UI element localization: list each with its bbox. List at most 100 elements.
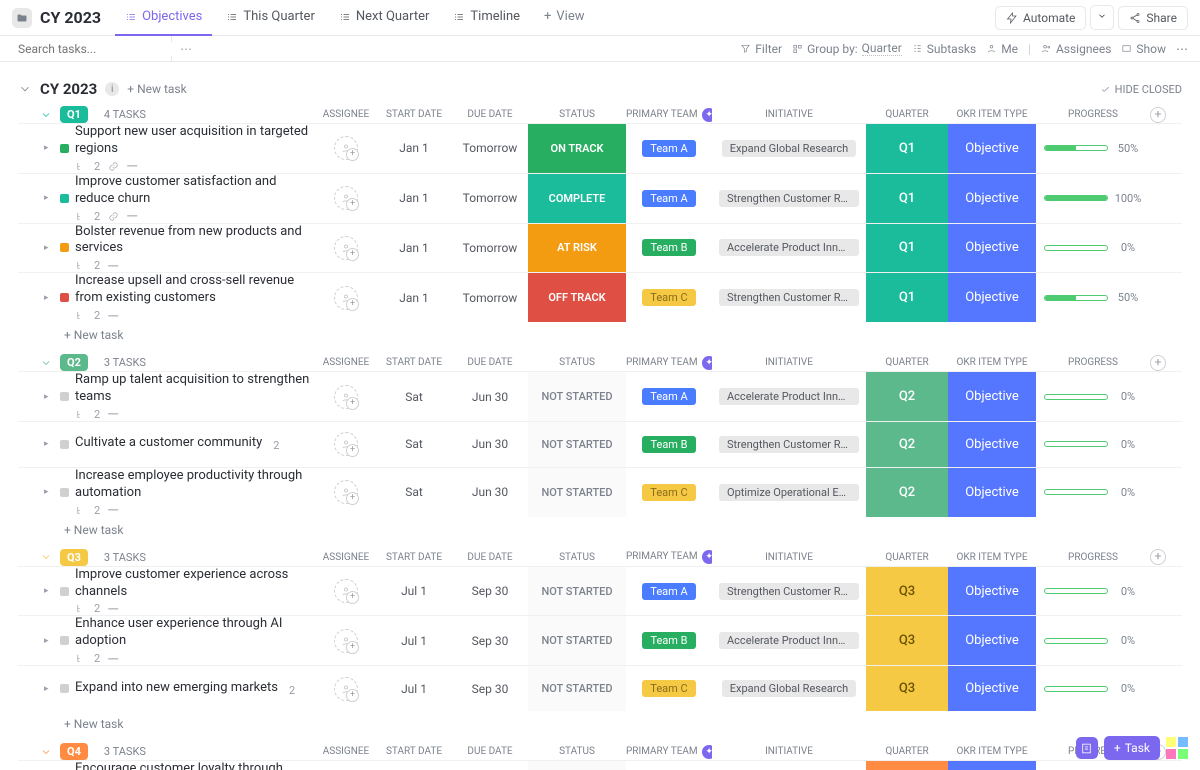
type-cell[interactable]: Objective bbox=[948, 224, 1036, 273]
col-header-status[interactable]: Status bbox=[528, 746, 626, 757]
expand-icon[interactable]: ▸ bbox=[44, 243, 49, 253]
due-date-cell[interactable]: Sep 30 bbox=[452, 666, 528, 711]
task-title[interactable]: Bolster revenue from new products and se… bbox=[75, 224, 310, 258]
task-title[interactable]: Cultivate a customer community2 bbox=[75, 435, 279, 453]
task-title[interactable]: Increase upsell and cross-sell revenue f… bbox=[75, 273, 310, 307]
chevron-down-icon[interactable] bbox=[18, 82, 32, 96]
quarter-cell[interactable]: Q1 bbox=[866, 224, 948, 273]
me-button[interactable]: Me bbox=[986, 42, 1018, 56]
col-header-team[interactable]: Primary Team ✦ bbox=[626, 745, 712, 759]
assignee-add-button[interactable] bbox=[334, 385, 358, 409]
initiative-pill[interactable]: Accelerate Product Innovation bbox=[719, 239, 859, 256]
nav-tab-this-quarter[interactable]: This Quarter bbox=[216, 0, 324, 36]
due-date-cell[interactable]: Tomorrow bbox=[452, 273, 528, 322]
quarter-cell[interactable]: Q2 bbox=[866, 422, 948, 467]
start-date-cell[interactable]: Jan 1 bbox=[376, 273, 452, 322]
col-header-progress[interactable]: Progress bbox=[1036, 552, 1150, 563]
type-cell[interactable]: Objective bbox=[948, 567, 1036, 616]
new-task-button[interactable]: + New task bbox=[18, 322, 1182, 348]
col-header-status[interactable]: Status bbox=[528, 109, 626, 120]
float-apps-button[interactable] bbox=[1166, 737, 1188, 759]
start-date-cell[interactable]: Sat bbox=[376, 372, 452, 421]
col-header-type[interactable]: OKR Item Type bbox=[948, 552, 1036, 563]
due-date-cell[interactable]: Jun 30 bbox=[452, 372, 528, 421]
progress-cell[interactable]: 0% bbox=[1036, 585, 1150, 598]
initiative-pill[interactable]: Strengthen Customer Retenti... bbox=[719, 190, 859, 207]
chevron-down-icon[interactable] bbox=[40, 746, 52, 758]
float-new-task-button[interactable]: +Task bbox=[1104, 736, 1160, 760]
assignee-add-button[interactable] bbox=[334, 480, 358, 504]
quarter-cell[interactable]: Q1 bbox=[866, 273, 948, 322]
expand-icon[interactable]: ▸ bbox=[44, 684, 49, 694]
col-header-assignee[interactable]: Assignee bbox=[316, 746, 376, 757]
progress-cell[interactable]: 50% bbox=[1036, 291, 1150, 304]
expand-icon[interactable]: ▸ bbox=[44, 193, 49, 203]
status-cell[interactable]: NOT STARTED bbox=[528, 468, 626, 517]
col-header-due[interactable]: Due Date bbox=[452, 109, 528, 120]
col-header-start[interactable]: Start Date bbox=[376, 552, 452, 563]
assignee-add-button[interactable] bbox=[334, 629, 358, 653]
start-date-cell[interactable]: Sat bbox=[376, 468, 452, 517]
add-view-button[interactable]: +View bbox=[534, 0, 595, 36]
quarter-cell[interactable]: Q2 bbox=[866, 372, 948, 421]
task-title[interactable]: Enhance user experience through AI adopt… bbox=[75, 616, 310, 650]
team-pill[interactable]: Team A bbox=[642, 388, 695, 405]
col-header-status[interactable]: Status bbox=[528, 552, 626, 563]
expand-icon[interactable]: ▸ bbox=[44, 143, 49, 153]
quarter-cell[interactable]: Q1 bbox=[866, 124, 948, 173]
status-cell[interactable]: NOT STARTED bbox=[528, 372, 626, 421]
status-dot[interactable] bbox=[60, 488, 69, 497]
col-header-status[interactable]: Status bbox=[528, 357, 626, 368]
type-cell[interactable]: Objective bbox=[948, 273, 1036, 322]
progress-cell[interactable]: 0% bbox=[1036, 486, 1150, 499]
team-pill[interactable]: Team A bbox=[642, 583, 695, 600]
start-date-cell[interactable]: Jul 1 bbox=[376, 666, 452, 711]
show-button[interactable]: Show bbox=[1121, 42, 1166, 56]
task-row[interactable]: ▸ Improve customer satisfaction and redu… bbox=[18, 173, 1182, 223]
assignee-add-button[interactable] bbox=[334, 136, 358, 160]
task-title[interactable]: Improve customer satisfaction and reduce… bbox=[75, 174, 310, 208]
assignees-button[interactable]: Assignees bbox=[1041, 42, 1111, 56]
quarter-cell[interactable]: Q3 bbox=[866, 616, 948, 665]
start-date-cell[interactable]: Jan 1 bbox=[376, 174, 452, 223]
progress-cell[interactable]: 0% bbox=[1036, 241, 1150, 254]
status-cell[interactable]: NOT STARTED bbox=[528, 422, 626, 467]
filter-button[interactable]: Filter bbox=[740, 42, 782, 56]
task-title[interactable]: Encourage customer loyalty through rewar… bbox=[75, 761, 310, 770]
due-date-cell[interactable]: Tomorrow bbox=[452, 224, 528, 273]
task-title[interactable]: Improve customer experience across chann… bbox=[75, 567, 310, 601]
float-notes-button[interactable] bbox=[1076, 737, 1098, 759]
group-badge[interactable]: Q3 bbox=[60, 549, 88, 566]
team-pill[interactable]: Team C bbox=[642, 289, 695, 306]
task-row[interactable]: ▸ Enhance user experience through AI ado… bbox=[18, 615, 1182, 665]
start-date-cell[interactable]: Oct 1 bbox=[376, 761, 452, 770]
task-row[interactable]: ▸ Support new user acquisition in target… bbox=[18, 123, 1182, 173]
col-header-start[interactable]: Start Date bbox=[376, 109, 452, 120]
team-pill[interactable]: Team B bbox=[642, 436, 695, 453]
expand-icon[interactable]: ▸ bbox=[44, 636, 49, 646]
col-header-assignee[interactable]: Assignee bbox=[316, 109, 376, 120]
quarter-cell[interactable]: Q3 bbox=[866, 567, 948, 616]
new-task-header-button[interactable]: + New task bbox=[127, 82, 186, 96]
status-cell[interactable]: NOT STARTED bbox=[528, 761, 626, 770]
progress-cell[interactable]: 0% bbox=[1036, 682, 1150, 695]
automate-dropdown[interactable] bbox=[1090, 5, 1114, 30]
assignee-add-button[interactable] bbox=[334, 432, 358, 456]
chevron-down-icon[interactable] bbox=[40, 357, 52, 369]
col-header-initiative[interactable]: Initiative bbox=[712, 357, 866, 368]
group-by-button[interactable]: Group by: Quarter bbox=[792, 41, 902, 56]
due-date-cell[interactable]: Jun 30 bbox=[452, 422, 528, 467]
due-date-cell[interactable]: Tomorrow bbox=[452, 174, 528, 223]
col-header-start[interactable]: Start Date bbox=[376, 746, 452, 757]
status-dot[interactable] bbox=[60, 636, 69, 645]
status-dot[interactable] bbox=[60, 144, 69, 153]
search-more-icon[interactable]: ⋯ bbox=[180, 42, 192, 56]
start-date-cell[interactable]: Jan 1 bbox=[376, 224, 452, 273]
initiative-pill[interactable]: Optimize Operational Efficien... bbox=[719, 484, 859, 501]
status-cell[interactable]: NOT STARTED bbox=[528, 567, 626, 616]
status-dot[interactable] bbox=[60, 243, 69, 252]
nav-tab-objectives[interactable]: Objectives bbox=[115, 0, 212, 36]
type-cell[interactable]: Objective bbox=[948, 616, 1036, 665]
nav-tab-next-quarter[interactable]: Next Quarter bbox=[329, 0, 440, 36]
task-row[interactable]: ▸ Increase upsell and cross-sell revenue… bbox=[18, 272, 1182, 322]
